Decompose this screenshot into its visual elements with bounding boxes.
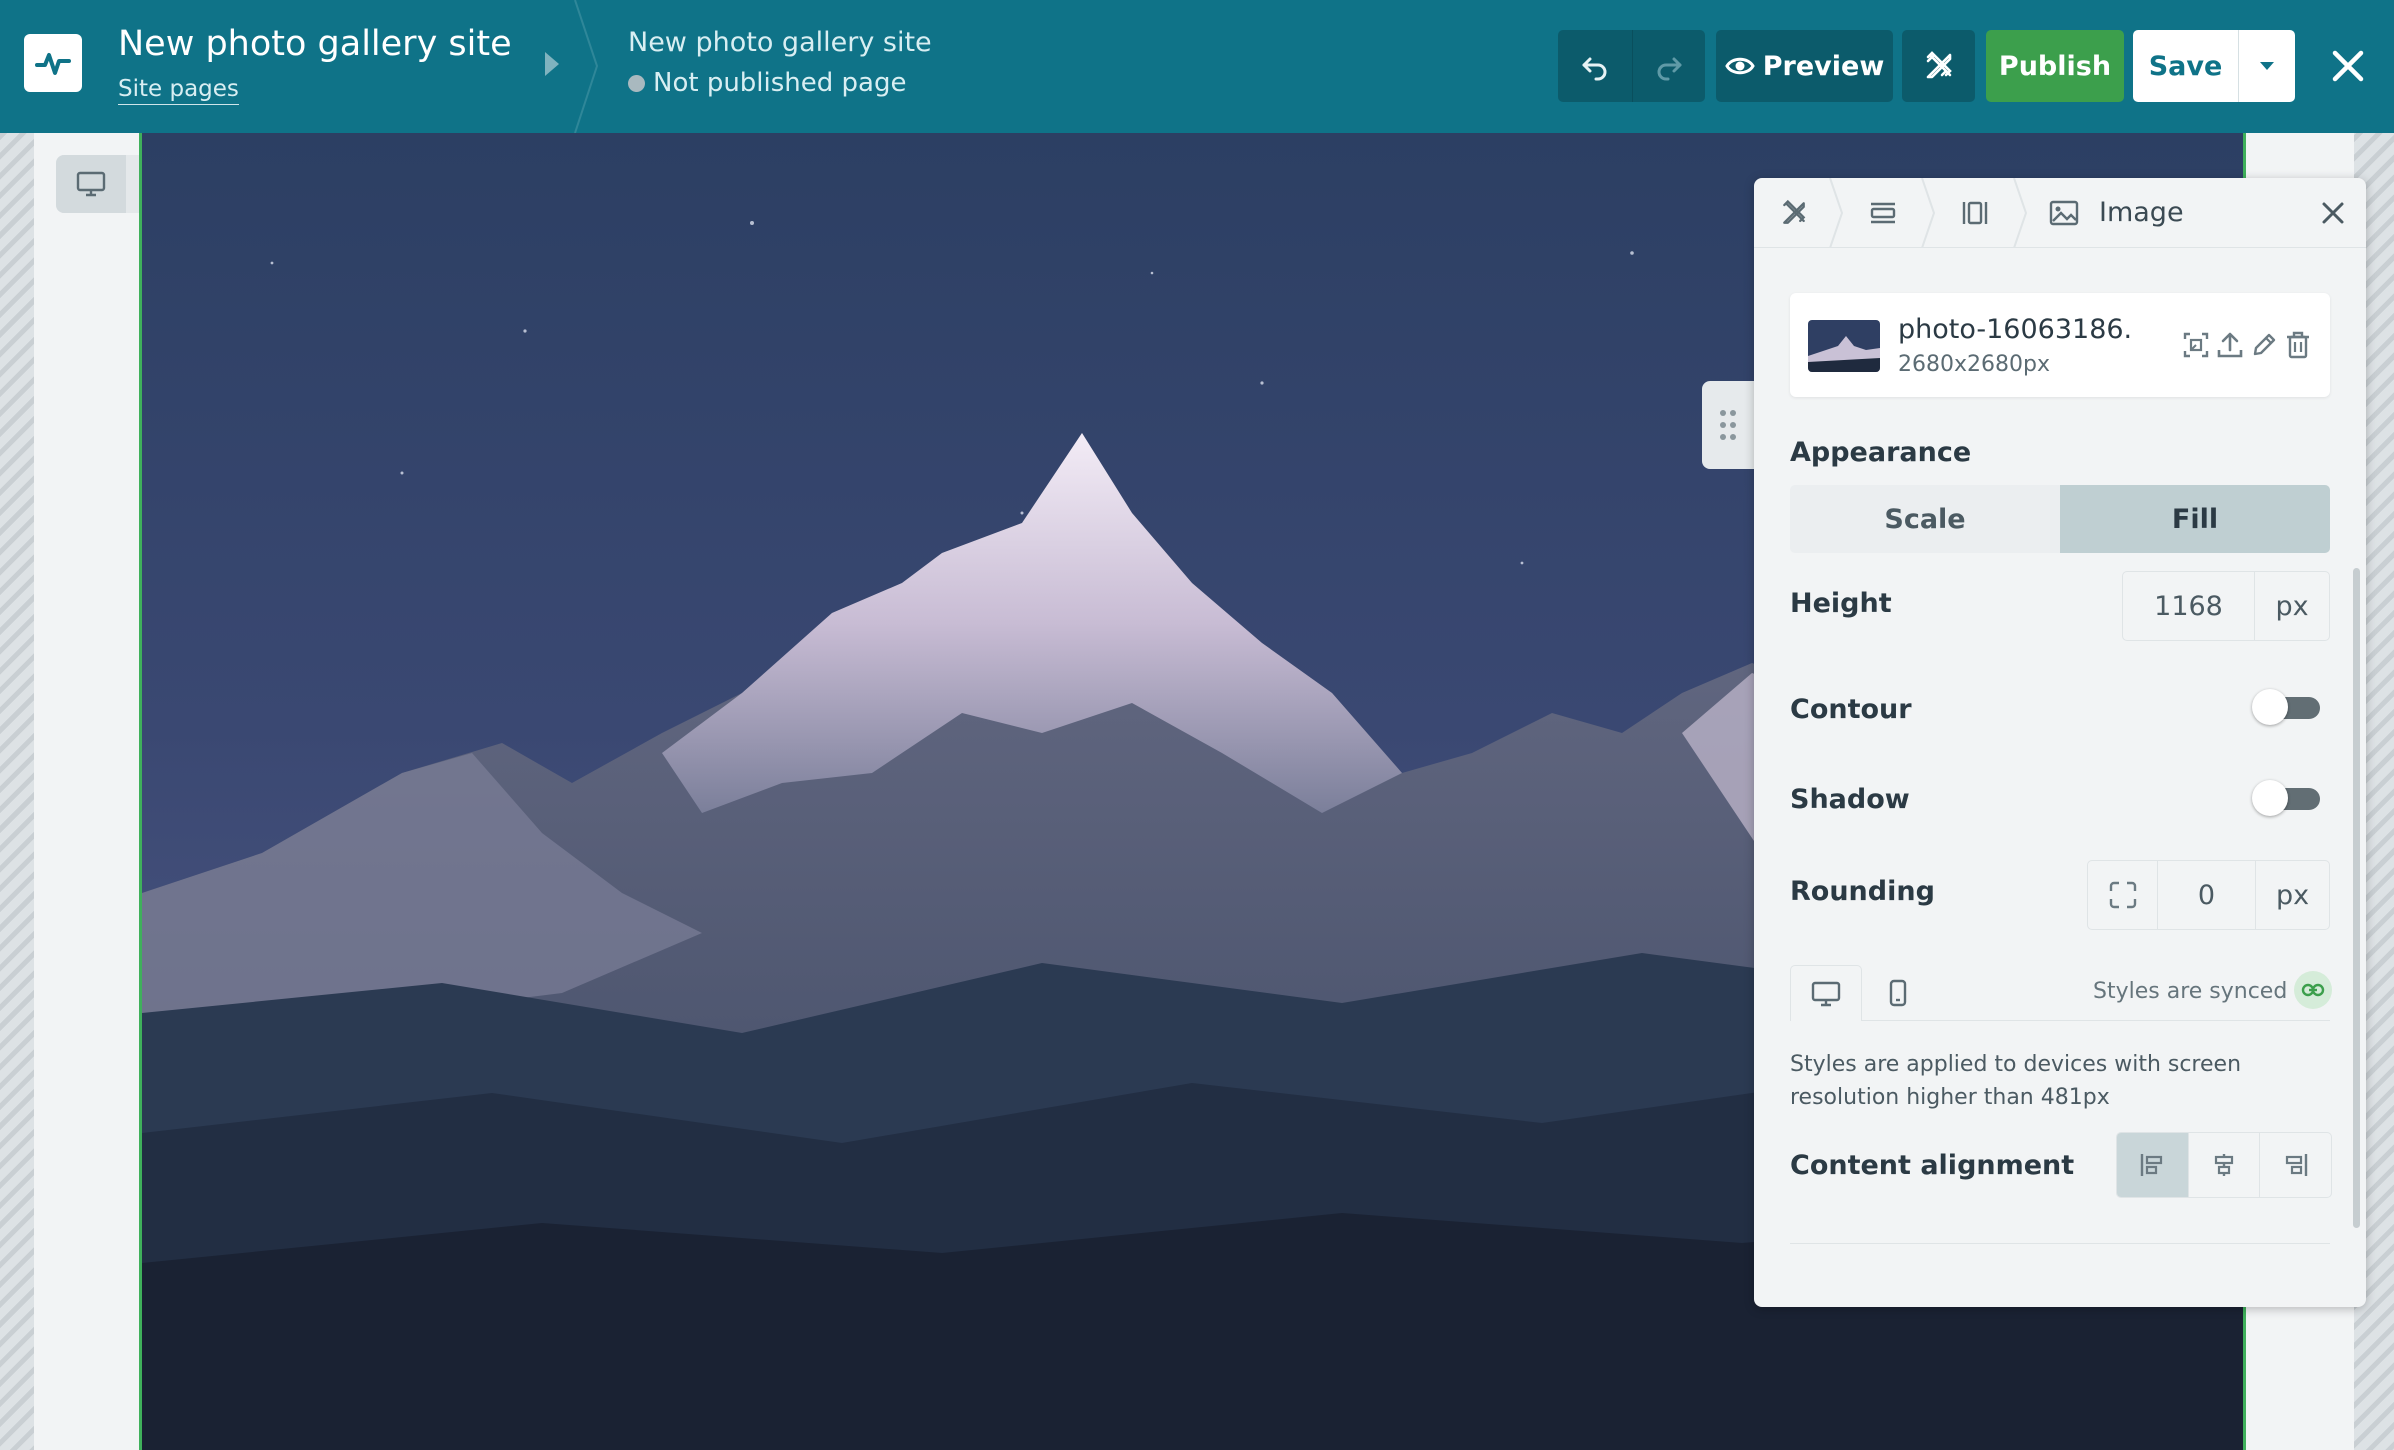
- device-style-tabs: Styles are synced: [1790, 965, 2332, 1021]
- undo-icon[interactable]: [1559, 30, 1632, 102]
- close-icon[interactable]: [2314, 194, 2352, 232]
- image-file-name: photo-16063186...: [1898, 314, 2134, 345]
- device-resolution-note: Styles are applied to devices with scree…: [1790, 1052, 2242, 1110]
- crop-icon[interactable]: [2180, 325, 2212, 365]
- styles-synced-label: Styles are synced: [2093, 979, 2288, 1004]
- top-bar: New photo gallery site Site pages New ph…: [0, 0, 2394, 134]
- preview-button[interactable]: Preview: [1716, 30, 1893, 102]
- save-button-group: Save: [2133, 30, 2295, 102]
- content-alignment-label: Content alignment: [1790, 1150, 2075, 1181]
- contour-toggle[interactable]: [2252, 689, 2322, 725]
- rounding-label: Rounding: [1790, 876, 1935, 907]
- preview-label: Preview: [1762, 50, 1885, 82]
- height-input[interactable]: 1168: [2123, 572, 2255, 640]
- design-tools-button[interactable]: [1902, 30, 1975, 102]
- panel-scrollbar[interactable]: [2351, 248, 2361, 1298]
- close-icon[interactable]: [2318, 30, 2378, 102]
- desktop-icon[interactable]: [56, 155, 126, 213]
- appearance-option-scale[interactable]: Scale: [1790, 485, 2060, 553]
- logo-icon[interactable]: [24, 34, 82, 92]
- height-unit: px: [2275, 590, 2309, 622]
- save-button[interactable]: Save: [2133, 30, 2238, 102]
- status-dot: [628, 74, 645, 92]
- appearance-option-fill[interactable]: Fill: [2060, 485, 2330, 553]
- publish-button[interactable]: Publish: [1986, 30, 2124, 102]
- column-icon[interactable]: [1934, 178, 2016, 248]
- mobile-icon[interactable]: [1862, 965, 1934, 1021]
- align-left-icon[interactable]: [2117, 1133, 2188, 1197]
- page-status-text: Not published page: [653, 68, 907, 98]
- appearance-switch: Scale Fill: [1790, 485, 2330, 553]
- drag-handle-icon[interactable]: [1702, 381, 1754, 469]
- contour-label: Contour: [1790, 694, 1912, 725]
- design-tools-icon: [1926, 51, 1952, 79]
- align-center-icon[interactable]: [2187, 1133, 2260, 1197]
- image-actions: [2173, 303, 2321, 387]
- panel-header: Image: [1754, 178, 2366, 248]
- desktop-icon[interactable]: [1790, 965, 1862, 1021]
- redo-icon[interactable]: [1631, 30, 1705, 102]
- image-dimensions: 2680x2680px: [1898, 352, 2050, 377]
- rounding-corners-icon[interactable]: [2088, 861, 2158, 929]
- align-right-icon[interactable]: [2259, 1133, 2331, 1197]
- eye-icon: [1725, 57, 1755, 75]
- link-icon[interactable]: [2294, 971, 2332, 1009]
- appearance-label: Appearance: [1790, 437, 1972, 468]
- divider: [1790, 1243, 2330, 1244]
- image-settings-panel: Image photo-16063186... 2680x2680px Appe…: [1754, 178, 2366, 1307]
- chevron-down-icon[interactable]: [2238, 30, 2295, 102]
- page-status: Not published page: [628, 66, 906, 100]
- image-icon: [2034, 178, 2094, 248]
- site-pages-link[interactable]: Site pages: [118, 74, 239, 105]
- page-name: New photo gallery site: [628, 27, 932, 58]
- upload-icon[interactable]: [2214, 325, 2246, 365]
- image-file-card: photo-16063186... 2680x2680px: [1790, 293, 2330, 397]
- breadcrumb-divider: [565, 0, 605, 137]
- site-title: New photo gallery site: [118, 24, 512, 64]
- height-label: Height: [1790, 588, 1892, 619]
- undo-redo-group: [1558, 30, 1705, 102]
- rounding-unit: px: [2275, 879, 2310, 911]
- rounding-input[interactable]: 0: [2158, 861, 2256, 929]
- panel-title: Image: [2099, 197, 2184, 228]
- height-field: 1168 px: [2122, 571, 2330, 641]
- design-tools-icon[interactable]: [1754, 178, 1834, 248]
- shadow-label: Shadow: [1790, 784, 1910, 815]
- pencil-icon[interactable]: [2248, 325, 2280, 365]
- chevron-right-icon[interactable]: [542, 50, 562, 82]
- content-alignment-buttons: [2116, 1132, 2332, 1198]
- section-icon[interactable]: [1842, 178, 1924, 248]
- shadow-toggle[interactable]: [2252, 780, 2322, 816]
- rounding-field: 0 px: [2087, 860, 2330, 930]
- trash-icon[interactable]: [2282, 325, 2314, 365]
- image-thumbnail: [1808, 320, 1880, 372]
